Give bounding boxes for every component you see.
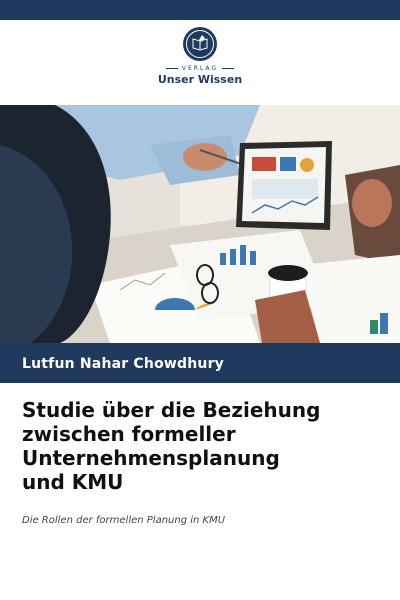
book-title-line: zwischen formeller <box>22 422 236 446</box>
book-emblem-icon <box>183 27 217 61</box>
book-title: Studie über die Beziehung zwischen forme… <box>22 398 387 494</box>
author-name: Lutfun Nahar Chowdhury <box>22 356 225 372</box>
book-title-line: und KMU <box>22 470 124 494</box>
book-title-line: Unternehmensplanung <box>22 446 280 470</box>
business-meeting-photo <box>0 105 400 343</box>
publisher-logo: VERLAG Unser Wissen <box>0 26 400 96</box>
publisher-name: Unser Wissen <box>157 73 243 86</box>
cover-photo <box>0 105 400 343</box>
book-title-line: Studie über die Beziehung <box>22 398 321 422</box>
author-bar: Lutfun Nahar Chowdhury <box>0 343 400 383</box>
book-subtitle: Die Rollen der formellen Planung in KMU <box>22 515 226 526</box>
top-color-band <box>0 0 400 20</box>
publisher-verlag-label: VERLAG <box>181 65 219 72</box>
